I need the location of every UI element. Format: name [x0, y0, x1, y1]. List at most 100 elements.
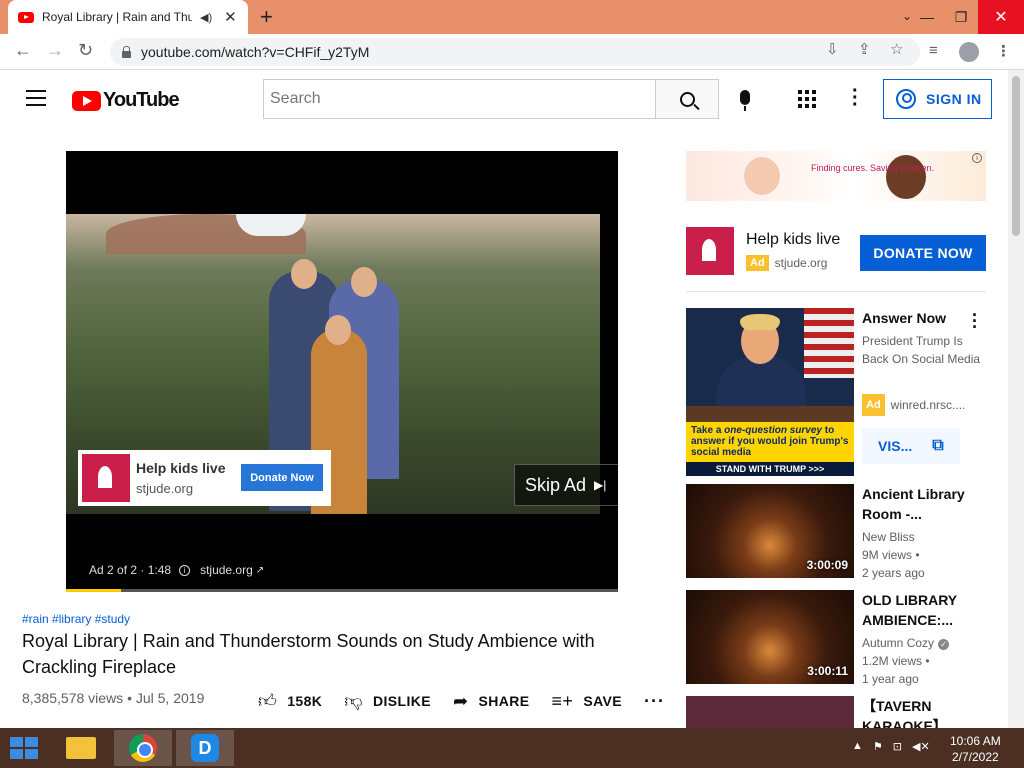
address-bar[interactable]: youtube.com/watch?v=CHFif_y2TyM: [110, 38, 920, 66]
lock-icon: [122, 45, 131, 58]
search-icon: [679, 91, 695, 107]
search-button[interactable]: [655, 79, 719, 119]
apps-grid-icon[interactable]: [798, 90, 816, 108]
visit-label: VIS...: [878, 438, 913, 454]
visit-site-button[interactable]: VIS... ⧉: [862, 428, 960, 464]
system-clock[interactable]: 10:06 AM 2/7/2022: [950, 733, 1001, 765]
stjude-logo-icon: [686, 227, 734, 275]
browser-menu-icon[interactable]: ⋮: [996, 42, 1011, 60]
promo-thumbnail[interactable]: Take a one-question survey to answer if …: [686, 308, 854, 476]
forward-arrow-icon[interactable]: →: [46, 40, 64, 61]
promo-description: President Trump Is Back On Social Media: [862, 334, 981, 366]
youtube-logo[interactable]: YouTube: [72, 89, 180, 112]
skip-ad-label: Skip Ad: [525, 474, 587, 495]
chrome-icon[interactable]: [114, 730, 172, 766]
divider: [686, 291, 986, 292]
ad-progress-bar: [66, 589, 618, 592]
donate-now-button[interactable]: DONATE NOW: [860, 235, 986, 271]
recommended-video[interactable]: 3:00:11 OLD LIBRARY AMBIENCE:... Autumn …: [686, 590, 986, 686]
account-icon: [896, 89, 916, 109]
ad-info-bar: Ad 2 of 2 · 1:48 i stjude.org ↗: [89, 563, 264, 577]
like-count: 158K: [287, 693, 323, 709]
search-input[interactable]: [270, 90, 655, 108]
recommended-video[interactable]: 3:00:09 Ancient Library Room -... New Bl…: [686, 484, 986, 580]
new-tab-button[interactable]: +: [260, 4, 273, 30]
promo-title[interactable]: Answer Now: [862, 308, 972, 328]
save-label: SAVE: [583, 693, 623, 709]
ad-badge: Ad: [862, 394, 885, 416]
rec-age: 1 year ago: [862, 672, 919, 686]
video-title: Royal Library | Rain and Thunderstorm So…: [22, 631, 595, 677]
youtube-favicon-icon: [18, 11, 34, 23]
video-duration: 3:00:09: [806, 558, 848, 572]
restore-icon[interactable]: ❐: [944, 0, 978, 34]
more-actions-icon[interactable]: ···: [644, 691, 665, 712]
app-d-icon[interactable]: D: [176, 730, 234, 766]
promo-menu-icon[interactable]: · · ·: [972, 306, 978, 336]
rec-title[interactable]: Ancient Library Room -...: [862, 484, 972, 524]
open-external-icon: ⧉: [932, 437, 944, 454]
skip-next-icon: ▶|: [594, 478, 607, 492]
back-arrow-icon[interactable]: ←: [14, 40, 32, 61]
promo-thumb-text: Take a one-question survey to answer if …: [686, 422, 854, 462]
info-icon[interactable]: i: [179, 564, 191, 576]
close-window-icon[interactable]: ✕: [978, 0, 1024, 34]
hashtags[interactable]: #rain #library #study: [22, 612, 130, 626]
system-tray: ▲ ⚑ ⊡ ◀✕: [852, 740, 930, 753]
dislike-button[interactable]: 👎︎ DISLIKE: [344, 690, 431, 712]
windows-start-icon[interactable]: [10, 737, 38, 759]
bookmark-star-icon[interactable]: ☆: [890, 40, 903, 58]
file-explorer-icon[interactable]: [52, 730, 110, 766]
speaker-icon[interactable]: ◀): [200, 11, 212, 24]
ad-card-domain: stjude.org: [136, 481, 194, 496]
ad-info-icon[interactable]: i: [972, 153, 982, 163]
profile-avatar-icon[interactable]: [959, 42, 979, 62]
ad-progress-fill: [66, 589, 122, 592]
share-page-icon[interactable]: ⇪: [858, 40, 871, 58]
url-text: youtube.com/watch?v=CHFif_y2TyM: [141, 44, 370, 60]
action-center-flag-icon[interactable]: ⚑: [873, 740, 883, 753]
sidebar-ad-domain: stjude.org: [774, 256, 828, 270]
microphone-icon[interactable]: [740, 90, 750, 111]
scrollbar-thumb[interactable]: [1012, 76, 1020, 236]
video-thumbnail[interactable]: [686, 696, 854, 728]
ad-card-title: Help kids live: [136, 460, 226, 476]
browser-tab-bar: Royal Library | Rain and Thunderstorm So…: [0, 0, 1024, 34]
browser-tab[interactable]: Royal Library | Rain and Thunderstorm So…: [8, 0, 248, 34]
clock-time: 10:06 AM: [950, 734, 1001, 748]
banner-ad[interactable]: Finding cures. Saving children. i: [686, 151, 986, 201]
rec-title[interactable]: OLD LIBRARY AMBIENCE:...: [862, 590, 972, 630]
hamburger-menu-icon[interactable]: [26, 90, 46, 106]
youtube-play-icon: [72, 90, 101, 111]
minimize-icon[interactable]: —: [910, 0, 944, 34]
rec-title[interactable]: 【TAVERN KARAOKE】: [862, 696, 972, 728]
ad-counter: Ad 2 of 2 · 1:48: [89, 563, 172, 577]
tray-expand-icon[interactable]: ▲: [852, 740, 863, 753]
search-box: [263, 79, 656, 119]
install-icon[interactable]: ⇩: [826, 40, 839, 58]
promo-thumb-footer: STAND WITH TRUMP >>>: [686, 462, 854, 476]
skip-ad-button[interactable]: Skip Ad ▶|: [514, 464, 618, 506]
rec-channel[interactable]: New Bliss: [862, 528, 982, 546]
reload-icon[interactable]: ↻: [78, 40, 93, 61]
like-button[interactable]: 👍︎ 158K: [258, 690, 322, 712]
network-icon[interactable]: ⊡: [893, 740, 902, 753]
promoted-video[interactable]: Take a one-question survey to answer if …: [686, 306, 986, 476]
donate-now-button[interactable]: Donate Now: [241, 464, 323, 491]
window-controls: — ❐ ✕: [910, 0, 1024, 34]
sign-in-button[interactable]: SIGN IN: [883, 79, 992, 119]
share-button[interactable]: ➦ SHARE: [453, 691, 530, 712]
media-control-icon[interactable]: ≡: [929, 42, 938, 59]
volume-muted-icon[interactable]: ◀✕: [912, 740, 930, 753]
thumbs-up-icon: 👍︎: [258, 691, 278, 711]
save-button[interactable]: ≡+ SAVE: [552, 691, 623, 712]
tab-close-icon[interactable]: ✕: [224, 8, 237, 26]
ad-domain-link[interactable]: stjude.org: [200, 563, 253, 577]
stjude-logo-icon: [82, 454, 130, 502]
video-thumbnail[interactable]: 3:00:11: [686, 590, 854, 684]
recommended-video[interactable]: 【TAVERN KARAOKE】: [686, 696, 986, 728]
video-thumbnail[interactable]: 3:00:09: [686, 484, 854, 578]
settings-kebab-icon[interactable]: · · ·: [852, 81, 859, 115]
page-scrollbar[interactable]: [1008, 70, 1024, 728]
rec-views: 1.2M views •: [862, 654, 930, 668]
